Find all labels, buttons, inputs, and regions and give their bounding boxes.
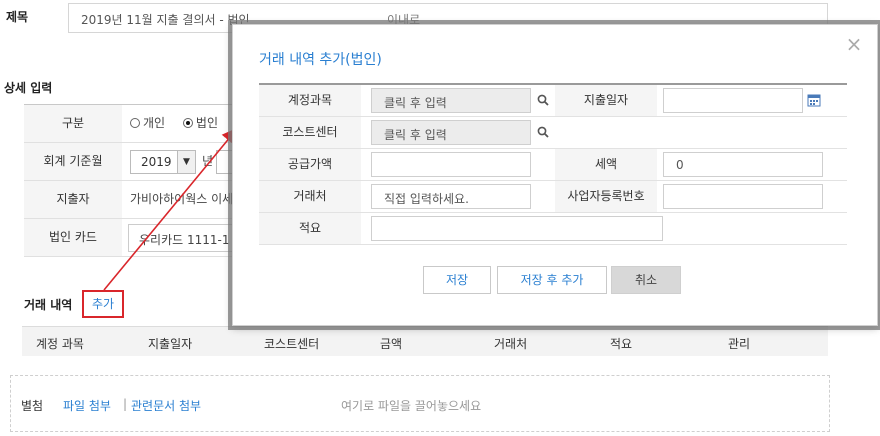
tax-value: 0 xyxy=(676,158,684,172)
modal-title: 거래 내역 추가(법인) xyxy=(259,52,382,68)
search-icon[interactable] xyxy=(537,94,549,106)
modal-row-vendor: 거래처 직접 입력하세요. 사업자등록번호 xyxy=(259,181,847,213)
cost-center-placeholder: 클릭 후 입력 xyxy=(384,128,447,142)
modal-row-cost-center: 코스트센터 클릭 후 입력 xyxy=(259,117,847,149)
date-label: 지출일자 xyxy=(555,85,657,116)
vendor-label: 거래처 xyxy=(259,181,361,212)
search-icon[interactable] xyxy=(537,126,549,138)
modal-row-amount: 공급가액 세액 0 xyxy=(259,149,847,181)
account-field[interactable]: 클릭 후 입력 xyxy=(371,88,531,113)
close-icon[interactable]: × xyxy=(845,34,863,54)
cost-center-label: 코스트센터 xyxy=(259,117,361,148)
account-label: 계정과목 xyxy=(259,85,361,116)
supply-field[interactable] xyxy=(371,152,531,177)
modal-form-table: 계정과목 클릭 후 입력 지출일자 코스트센터 클릭 후 입력 공급가액 세액 … xyxy=(259,83,847,245)
calendar-icon[interactable] xyxy=(807,93,821,107)
biz-no-field[interactable] xyxy=(663,184,823,209)
add-trade-modal: 거래 내역 추가(법인) × 계정과목 클릭 후 입력 지출일자 코스트센터 클… xyxy=(232,24,878,326)
save-button[interactable]: 저장 xyxy=(423,266,491,294)
modal-row-memo: 적요 xyxy=(259,213,847,245)
cancel-button[interactable]: 취소 xyxy=(611,266,681,294)
cost-center-field[interactable]: 클릭 후 입력 xyxy=(371,120,531,145)
account-placeholder: 클릭 후 입력 xyxy=(384,96,447,110)
vendor-placeholder: 직접 입력하세요. xyxy=(384,192,469,206)
date-field[interactable] xyxy=(663,88,803,113)
tax-label: 세액 xyxy=(555,149,657,180)
modal-row-account: 계정과목 클릭 후 입력 지출일자 xyxy=(259,85,847,117)
memo-field[interactable] xyxy=(371,216,663,241)
tax-field[interactable]: 0 xyxy=(663,152,823,177)
save-and-add-button[interactable]: 저장 후 추가 xyxy=(497,266,607,294)
vendor-field[interactable]: 직접 입력하세요. xyxy=(371,184,531,209)
biz-no-label: 사업자등록번호 xyxy=(555,181,657,212)
memo-label: 적요 xyxy=(259,213,361,244)
supply-label: 공급가액 xyxy=(259,149,361,180)
